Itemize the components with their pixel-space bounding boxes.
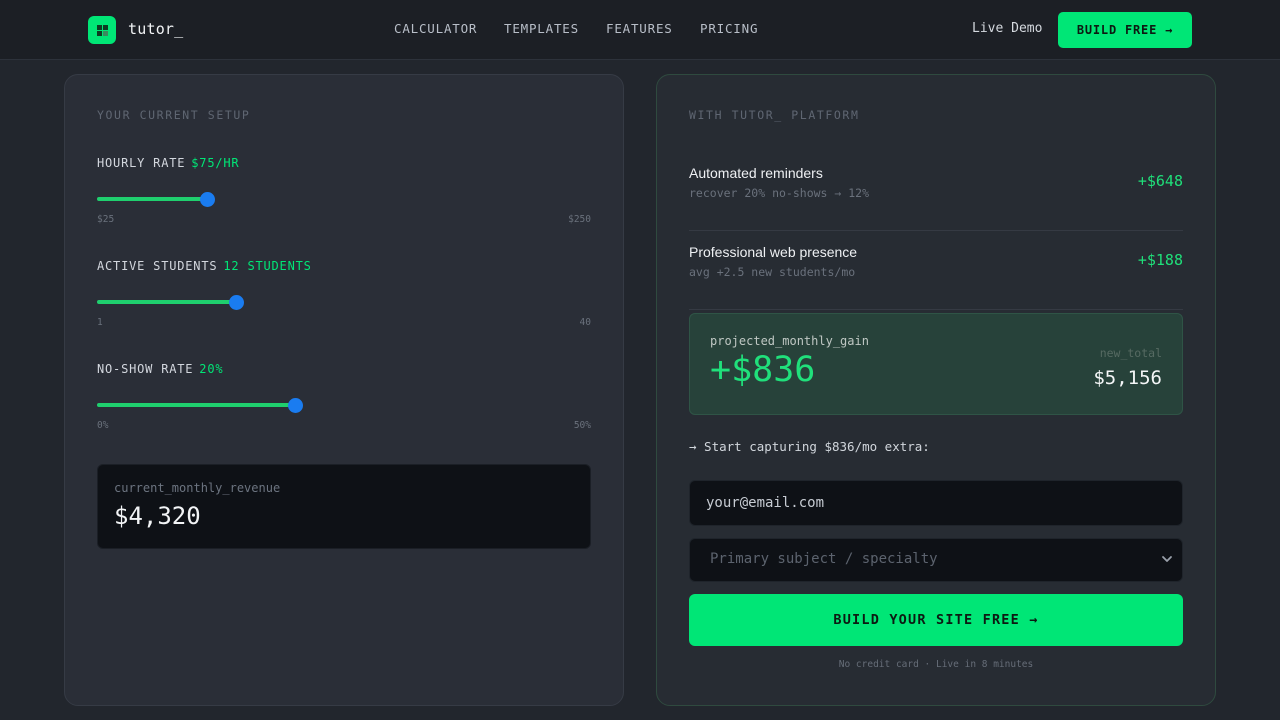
no-show-rate-value: 20%: [199, 362, 224, 376]
slider-thumb[interactable]: [229, 295, 244, 310]
benefit-subtitle: avg +2.5 new students/mo: [689, 265, 856, 279]
slider-max-label: $250: [568, 214, 591, 225]
projected-gain-value: +$836: [710, 350, 816, 390]
subject-select-placeholder: Primary subject / specialty: [710, 551, 938, 567]
slider-fill: [97, 197, 207, 201]
slider-thumb[interactable]: [288, 398, 303, 413]
slider-max-label: 40: [579, 317, 591, 328]
nav-link-pricing[interactable]: PRICING: [700, 21, 758, 36]
cta-text: → Start capturing $836/mo extra:: [689, 439, 930, 454]
top-nav: tutor_ CALCULATOR TEMPLATES FEATURES PRI…: [0, 0, 1280, 60]
active-students-value: 12 STUDENTS: [223, 259, 312, 273]
slider-fill: [97, 300, 236, 304]
chevron-down-icon: [1162, 556, 1172, 562]
benefit-amount: +$188: [1137, 251, 1183, 269]
nav-link-features[interactable]: FEATURES: [606, 21, 673, 36]
nav-link-calculator[interactable]: CALCULATOR: [394, 21, 477, 36]
current-revenue-label: current_monthly_revenue: [114, 481, 281, 495]
slider-max-label: 50%: [573, 420, 591, 431]
nav-link-templates[interactable]: TEMPLATES: [504, 21, 579, 36]
section-title: YOUR CURRENT SETUP: [97, 108, 251, 122]
benefit-title: Automated reminders: [689, 165, 823, 181]
live-demo-link[interactable]: Live Demo: [972, 21, 1042, 36]
benefit-row-web-presence: Professional web presence avg +2.5 new s…: [689, 232, 1183, 310]
slider-thumb[interactable]: [200, 192, 215, 207]
slider-fill: [97, 403, 295, 407]
slider-label-text: ACTIVE STUDENTS: [97, 259, 218, 273]
active-students-slider[interactable]: [97, 292, 591, 312]
benefit-row-reminders: Automated reminders recover 20% no-shows…: [689, 153, 1183, 231]
current-revenue-box: current_monthly_revenue $4,320: [97, 464, 591, 549]
slider-label-text: HOURLY RATE: [97, 156, 186, 170]
slider-min-label: 0%: [97, 420, 109, 431]
slider-min-label: $25: [97, 214, 115, 225]
current-revenue-value: $4,320: [114, 502, 201, 530]
projected-gain-label: projected_monthly_gain: [710, 334, 869, 348]
slider-label-text: NO-SHOW RATE: [97, 362, 194, 376]
hourly-rate-slider[interactable]: [97, 189, 591, 209]
projected-gain-box: projected_monthly_gain +$836 new_total $…: [689, 313, 1183, 415]
new-total-value: $5,156: [1093, 367, 1162, 389]
active-students-label: ACTIVE STUDENTS 12 STUDENTS: [97, 259, 312, 273]
email-field[interactable]: [689, 480, 1183, 526]
hourly-rate-value: $75/HR: [191, 156, 240, 170]
build-site-button[interactable]: BUILD YOUR SITE FREE →: [689, 594, 1183, 646]
section-title: WITH TUTOR_ PLATFORM: [689, 108, 860, 122]
current-setup-panel: YOUR CURRENT SETUP HOURLY RATE $75/HR $25…: [64, 74, 624, 706]
benefit-title: Professional web presence: [689, 244, 858, 260]
no-show-rate-label: NO-SHOW RATE 20%: [97, 362, 223, 376]
slider-min-label: 1: [97, 317, 103, 328]
benefit-amount: +$648: [1137, 172, 1183, 190]
platform-panel: WITH TUTOR_ PLATFORM Automated reminders…: [656, 74, 1216, 706]
benefit-subtitle: recover 20% no-shows → 12%: [689, 186, 870, 200]
hourly-rate-label: HOURLY RATE $75/HR: [97, 156, 239, 170]
build-free-button[interactable]: BUILD FREE →: [1058, 12, 1192, 48]
fineprint: No credit card · Live in 8 minutes: [838, 659, 1034, 670]
subject-select[interactable]: Primary subject / specialty: [689, 538, 1183, 582]
no-show-rate-slider[interactable]: [97, 395, 591, 415]
new-total-label: new_total: [1099, 346, 1162, 360]
